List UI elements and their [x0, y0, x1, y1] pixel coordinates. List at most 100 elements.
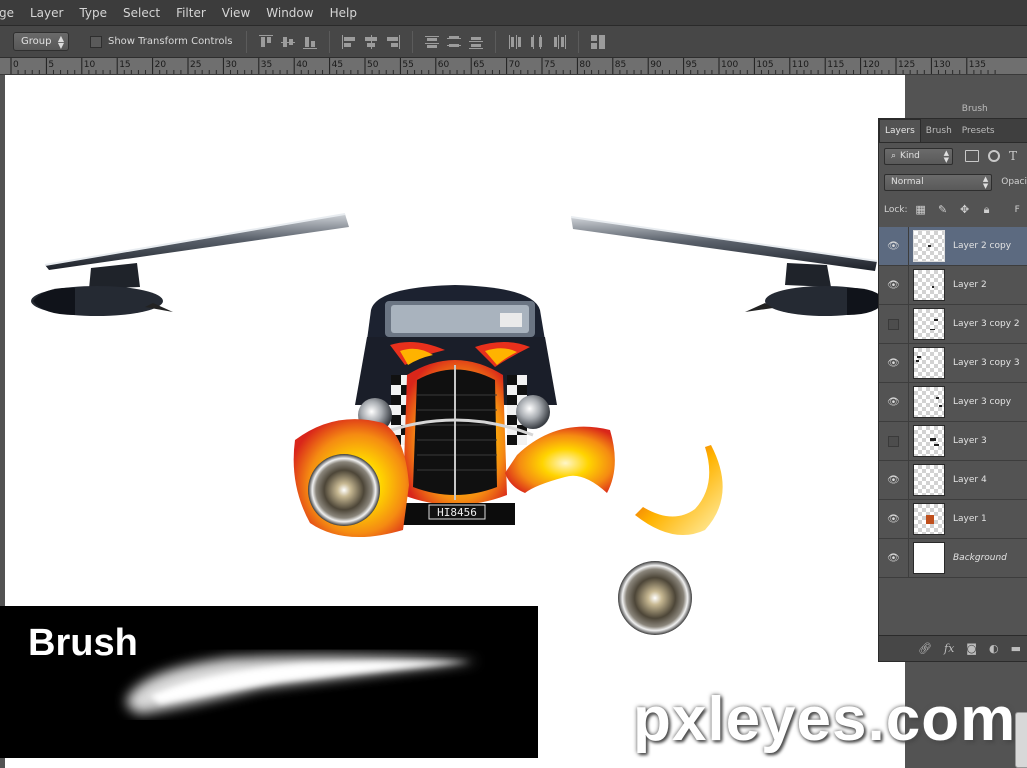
ruler-tick-label: 25 — [190, 60, 201, 70]
filter-type-icon[interactable]: T — [1009, 149, 1017, 163]
distribute-hcenter-icon[interactable] — [529, 34, 545, 50]
layer-row[interactable]: 👁︎ Layer 2 — [879, 265, 1027, 305]
show-transform-checkbox[interactable] — [90, 35, 102, 48]
eye-icon: 👁︎ — [887, 552, 900, 564]
layer-row[interactable]: 👁︎ Layer 4 — [879, 460, 1027, 500]
brush-preview: Brush — [0, 606, 538, 758]
ruler-tick-label: 105 — [756, 60, 773, 70]
lock-position-icon[interactable]: ✥ — [959, 204, 971, 216]
menu-image[interactable]: ge — [0, 0, 22, 26]
align-top-icon[interactable] — [258, 34, 274, 50]
menu-select[interactable]: Select — [115, 0, 168, 26]
layer-list: 👁︎ Layer 2 copy 👁︎ Layer 2 Layer 3 copy … — [879, 226, 1027, 578]
tab-layers[interactable]: Layers — [879, 119, 921, 142]
layer-name: Layer 4 — [953, 475, 987, 485]
folder-icon[interactable]: ▬ — [1011, 642, 1021, 655]
ruler-tick-label: 95 — [686, 60, 697, 70]
filter-pixel-icon[interactable] — [965, 150, 979, 162]
layer-row[interactable]: 👁︎ Background — [879, 538, 1027, 578]
link-icon[interactable]: 🔗︎ — [918, 642, 932, 655]
layer-row[interactable]: 👁︎ Layer 1 — [879, 499, 1027, 539]
scroll-handle[interactable] — [1015, 712, 1027, 768]
distribute-left-icon[interactable] — [507, 34, 523, 50]
lock-all-icon[interactable]: 🔒︎ — [981, 204, 993, 216]
fx-icon[interactable]: fx — [944, 642, 954, 655]
lock-row: Lock: ▦ ✎ ✥ 🔒︎ F — [879, 195, 1027, 225]
ruler-tick-label: 125 — [898, 60, 915, 70]
layer-name: Background — [953, 553, 1007, 563]
right-wing — [570, 216, 885, 316]
layer-thumbnail — [913, 269, 945, 301]
flame-fender-piece — [635, 445, 723, 535]
photoshop-window: ge Layer Type Select Filter View Window … — [0, 0, 1027, 768]
layer-thumbnail — [913, 542, 945, 574]
align-vcenter-icon[interactable] — [280, 34, 296, 50]
filter-adjustment-icon[interactable] — [988, 150, 1000, 162]
layer-name: Layer 3 copy 3 — [953, 358, 1020, 368]
visibility-toggle[interactable] — [879, 304, 909, 344]
menu-layer[interactable]: Layer — [22, 0, 71, 26]
visibility-toggle[interactable] — [879, 421, 909, 461]
auto-select-dropdown[interactable]: Group ▲ ▼ — [13, 32, 69, 51]
layer-name: Layer 2 copy — [953, 241, 1012, 251]
align-left-icon[interactable] — [341, 34, 357, 50]
auto-align-icon[interactable] — [590, 34, 606, 50]
align-bottom-icon[interactable] — [302, 34, 318, 50]
eye-icon: 👁︎ — [887, 357, 900, 369]
divider — [412, 30, 414, 53]
ruler-tick-label: 45 — [332, 60, 343, 70]
visibility-toggle[interactable]: 👁︎ — [879, 460, 909, 500]
divider — [246, 30, 248, 53]
distribute-right-icon[interactable] — [551, 34, 567, 50]
ruler-tick-label: 70 — [509, 60, 521, 70]
ruler-tick-label: 85 — [615, 60, 626, 70]
ruler-tick-label: 65 — [473, 60, 484, 70]
filter-kind-value: Kind — [900, 151, 920, 161]
blend-mode-dropdown[interactable]: Normal ▲ ▼ — [884, 173, 993, 191]
ruler-tick-label: 35 — [261, 60, 272, 70]
license-plate: HI8456 — [437, 506, 477, 519]
layer-row[interactable]: 👁︎ Layer 3 copy 3 — [879, 343, 1027, 383]
visibility-toggle[interactable]: 👁︎ — [879, 499, 909, 539]
ruler-tick-label: 110 — [792, 60, 809, 70]
menu-window[interactable]: Window — [258, 0, 321, 26]
visibility-toggle[interactable]: 👁︎ — [879, 382, 909, 422]
layer-name: Layer 3 copy 2 — [953, 319, 1020, 329]
layer-row[interactable]: 👁︎ Layer 2 copy — [879, 226, 1027, 266]
divider — [578, 30, 580, 53]
align-right-icon[interactable] — [385, 34, 401, 50]
eye-icon: 👁︎ — [887, 513, 900, 525]
layer-thumbnail — [913, 308, 945, 340]
visibility-toggle[interactable]: 👁︎ — [879, 226, 909, 266]
layer-thumbnail — [913, 464, 945, 496]
ruler-tick-label: 55 — [402, 60, 413, 70]
align-hcenter-icon[interactable] — [363, 34, 379, 50]
tab-brush[interactable]: Brush — [921, 120, 957, 142]
watermark: pxleyes.com — [633, 685, 1017, 754]
horizontal-ruler[interactable]: 0 5 10 15 20 25 30 35 40 45 50 55 60 65 70 75 80 85 90 95 10… — [0, 58, 1027, 75]
visibility-toggle[interactable]: 👁︎ — [879, 343, 909, 383]
menu-view[interactable]: View — [214, 0, 258, 26]
distribute-bottom-icon[interactable] — [468, 34, 484, 50]
ruler-tick-label: 40 — [296, 60, 308, 70]
tab-brush-presets[interactable]: Brush Presets — [957, 98, 1027, 142]
mask-icon[interactable]: ◙ — [966, 642, 977, 655]
visibility-toggle[interactable]: 👁︎ — [879, 538, 909, 578]
distribute-top-icon[interactable] — [424, 34, 440, 50]
visibility-toggle[interactable]: 👁︎ — [879, 265, 909, 305]
adjustment-icon[interactable]: ◐ — [989, 642, 999, 655]
ruler-ticks: 0 5 10 15 20 25 30 35 40 45 50 55 60 65 70 75 80 85 90 95 10… — [10, 58, 996, 74]
layer-row[interactable]: Layer 3 — [879, 421, 1027, 461]
ruler-tick-label: 20 — [155, 60, 167, 70]
lock-transparency-icon[interactable]: ▦ — [915, 204, 927, 216]
menu-type[interactable]: Type — [71, 0, 115, 26]
filter-kind-dropdown[interactable]: ⌕ Kind ▲ ▼ — [884, 147, 953, 165]
layer-row[interactable]: 👁︎ Layer 3 copy — [879, 382, 1027, 422]
lock-paint-icon[interactable]: ✎ — [937, 204, 949, 216]
distribute-vcenter-icon[interactable] — [446, 34, 462, 50]
layers-panel: Layers Brush Brush Presets ⌕ Kind ▲ ▼ T N… — [878, 104, 1027, 662]
menu-filter[interactable]: Filter — [168, 0, 214, 26]
menu-help[interactable]: Help — [322, 0, 365, 26]
layer-row[interactable]: Layer 3 copy 2 — [879, 304, 1027, 344]
lock-label: Lock: — [884, 205, 908, 215]
